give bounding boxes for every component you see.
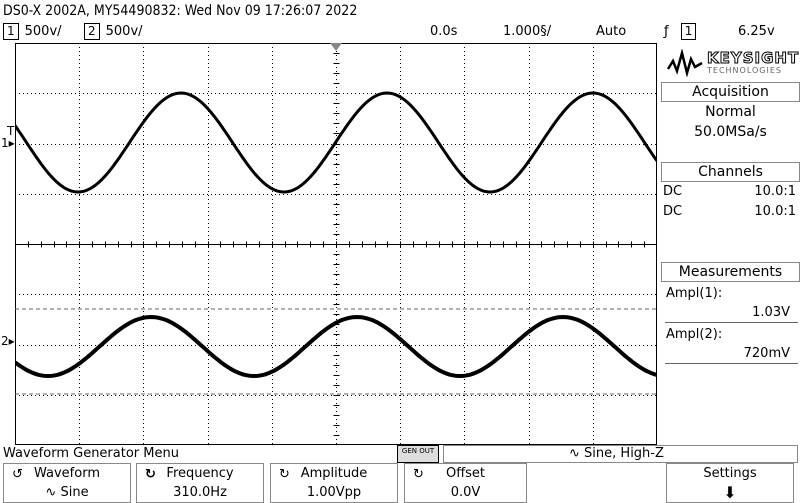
ch2-scale: 500ⅴ/: [105, 24, 143, 39]
trigger-mode[interactable]: Auto: [596, 22, 626, 42]
acquisition-mode: Normal: [705, 104, 756, 120]
trigger-source-box: 1: [680, 23, 697, 40]
waveform-softkey[interactable]: ↺ Waveform ∿ Sine: [3, 463, 131, 503]
amplitude-softkey[interactable]: ↻ Amplitude 1.00Vpp: [270, 463, 398, 503]
measurement-value: 720mV: [665, 344, 798, 364]
acquisition-rate: 50.0MSa/s: [694, 124, 767, 140]
time-delay[interactable]: 0.0s: [430, 22, 457, 42]
ch1-scale: 500ⅴ/: [24, 24, 62, 39]
channel-probe: 10.0:1: [754, 204, 796, 219]
sine-icon: ∿: [569, 446, 580, 461]
ch2-ground-marker[interactable]: 2▸: [1, 334, 15, 348]
waveform-value: Sine: [60, 485, 89, 500]
ground-arrow-icon: ▸: [8, 136, 15, 150]
channel-row: DC 10.0:1: [661, 202, 800, 222]
window-title: DS0-X 2002A, MY54490832: Wed Nov 09 17:2…: [3, 3, 358, 19]
softkey-value: 1.00Vpp: [306, 485, 362, 500]
frequency-softkey[interactable]: ↻ Frequency 310.0Hz: [136, 463, 264, 503]
trigger-group[interactable]: ƒ 1: [664, 22, 702, 42]
menu-title: Waveform Generator Menu: [3, 446, 179, 461]
softkey-bar: ↺ Waveform ∿ Sine ↻ Frequency 310.0Hz ↻ …: [0, 463, 800, 503]
softkey-value: ∿ Sine: [4, 484, 130, 502]
time-scale[interactable]: 1.000§/: [503, 22, 551, 42]
softkey-label: Offset: [445, 466, 486, 481]
measurement-label: Ampl(2):: [666, 327, 723, 342]
trigger-level[interactable]: 6.25ⅴ: [738, 22, 775, 42]
channels-header: Channels: [661, 162, 800, 182]
ch1-ground-label: 1: [1, 136, 9, 150]
softkey-label: Settings: [703, 466, 757, 481]
brand-name: KEYSIGHT: [706, 49, 800, 68]
measurements-header: Measurements: [661, 262, 800, 282]
trigger-position-marker: [330, 43, 342, 51]
waveform-display[interactable]: [15, 43, 657, 445]
trigger-edge-icon: ƒ: [664, 24, 669, 39]
brand-sub: TECHNOLOGIES: [707, 66, 782, 75]
status-bar: 1 500ⅴ/ 2 500ⅴ/ 0.0s 1.000§/ Auto ƒ 1 6.25…: [0, 22, 800, 42]
ch2-scale-group[interactable]: 2 500ⅴ/: [84, 22, 143, 42]
softkey-value: 0.0V: [450, 485, 481, 500]
menu-bar: Waveform Generator Menu GEN OUT ∿ Sine, …: [0, 445, 800, 463]
measurement-value: 1.03V: [665, 303, 798, 323]
generator-status-text: Sine, High-Z: [584, 446, 664, 461]
keysight-logo: KEYSIGHT TECHNOLOGIES: [661, 43, 800, 85]
settings-submenu: ⬇: [667, 484, 793, 503]
channel-coupling: DC: [663, 184, 683, 199]
softkey-value: 310.0Hz: [173, 485, 227, 500]
ground-arrow-icon: ▸: [8, 334, 15, 348]
offset-softkey[interactable]: ↻ Offset 0.0V: [404, 463, 527, 503]
ch2-number-box: 2: [84, 23, 100, 40]
softkey-label: Amplitude: [300, 466, 368, 481]
ch1-number-box: 1: [3, 23, 19, 40]
channel-row: DC 10.0:1: [661, 182, 800, 202]
sine-icon: ∿: [45, 485, 57, 500]
keysight-wave-icon: [667, 49, 703, 77]
ch1-ground-marker[interactable]: 1▸: [1, 136, 15, 150]
acquisition-header: Acquisition: [661, 82, 800, 102]
side-panel: KEYSIGHT TECHNOLOGIES Acquisition Normal…: [661, 43, 800, 443]
ch1-scale-group[interactable]: 1 500ⅴ/: [3, 22, 62, 42]
generator-status: ∿ Sine, High-Z: [443, 445, 798, 463]
settings-softkey[interactable]: Settings ⬇: [666, 463, 794, 503]
measurement-label: Ampl(1):: [666, 286, 723, 301]
softkey-label: Frequency: [166, 466, 234, 481]
channel-probe: 10.0:1: [754, 184, 796, 199]
softkey-label: Waveform: [34, 466, 100, 481]
down-arrow-icon: ⬇: [723, 483, 737, 502]
gen-out-indicator: GEN OUT: [397, 445, 439, 463]
ch2-ground-label: 2: [1, 334, 9, 348]
channel-coupling: DC: [663, 204, 683, 219]
